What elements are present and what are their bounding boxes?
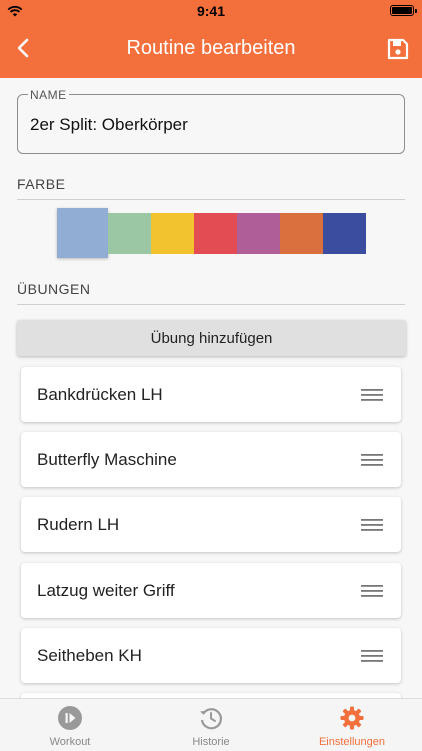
exercise-card[interactable]: Latzug weiter Griff: [21, 562, 401, 618]
drag-handle-icon[interactable]: [361, 649, 383, 663]
add-exercise-button[interactable]: Übung hinzufügen: [17, 320, 406, 356]
gear-icon: [340, 706, 364, 730]
drag-handle-icon[interactable]: [361, 453, 383, 467]
name-field-label: NAME: [28, 88, 69, 102]
exercise-name: Bankdrücken LH: [37, 385, 163, 404]
exercise-card[interactable]: Seitheben KH: [21, 627, 401, 683]
color-swatch[interactable]: [280, 213, 323, 254]
drag-handle-icon[interactable]: [361, 518, 383, 532]
drag-handle-icon[interactable]: [361, 584, 383, 598]
exercise-name: Butterfly Maschine: [37, 450, 177, 470]
nav-label-workout: Workout: [49, 736, 91, 748]
battery-icon: [390, 5, 417, 16]
app-header: 9:41 Routine bearbeiten: [0, 0, 422, 78]
color-swatch[interactable]: [108, 213, 151, 254]
bottom-nav: Workout Historie Einstellungen: [0, 698, 422, 751]
exercise-name: Seitheben KH: [37, 645, 142, 665]
color-swatch[interactable]: [237, 213, 280, 254]
exercise-card[interactable]: Butterfly Maschine: [21, 432, 401, 488]
history-icon: [200, 708, 222, 730]
save-icon[interactable]: [386, 36, 410, 62]
exercise-name: Rudern LH: [37, 515, 120, 535]
page-title: Routine bearbeiten: [126, 37, 296, 59]
color-section-divider: [17, 199, 405, 200]
name-field[interactable]: NAME 2er Split: Oberkörper: [17, 88, 405, 154]
color-swatch[interactable]: [151, 213, 194, 254]
nav-item-settings[interactable]: Einstellungen: [282, 699, 422, 751]
exercise-name: Latzug weiter Griff: [37, 580, 175, 600]
exercise-card[interactable]: Bankdrücken LH: [21, 367, 401, 422]
nav-item-workout[interactable]: Workout: [0, 699, 140, 751]
exercise-card[interactable]: Rudern LH: [21, 497, 401, 553]
exercises-section-label: ÜBUNGEN: [17, 281, 91, 297]
nav-label-history: Historie: [192, 736, 230, 748]
drag-handle-icon[interactable]: [361, 388, 383, 402]
color-swatch[interactable]: [57, 208, 108, 258]
nav-item-history[interactable]: Historie: [141, 699, 281, 751]
status-bar: 9:41: [0, 0, 422, 22]
status-time: 9:41: [196, 3, 226, 19]
color-swatch[interactable]: [194, 213, 237, 254]
color-swatch[interactable]: [323, 213, 366, 254]
play-circle-icon: [58, 706, 82, 730]
name-field-value[interactable]: 2er Split: Oberkörper: [30, 115, 188, 135]
nav-label-settings: Einstellungen: [318, 736, 386, 748]
color-section-label: FARBE: [17, 176, 66, 192]
exercises-section-divider: [17, 304, 405, 305]
